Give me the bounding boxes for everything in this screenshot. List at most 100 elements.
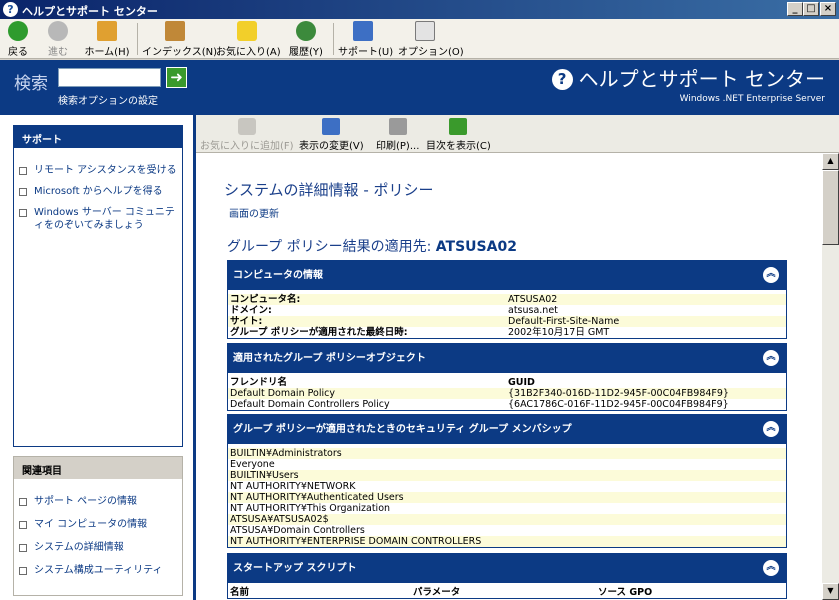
collapse-chevron-icon[interactable]: ︽: [763, 560, 779, 576]
search-label: 検索: [14, 74, 48, 94]
show-contents-arrow-icon: [449, 118, 468, 135]
sidebar-item-advanced-system-info[interactable]: システムの詳細情報: [14, 541, 182, 554]
sidebar-item-my-computer-info[interactable]: マイ コンピュータの情報: [14, 518, 182, 531]
group-policy-target-title: グループ ポリシー結果の適用先: ATSUSA02: [227, 239, 517, 255]
change-view-icon: [322, 118, 341, 135]
home-button[interactable]: ホーム(H): [84, 21, 130, 58]
sidebar-item-system-config-utility[interactable]: システム構成ユーティリティ: [14, 564, 182, 577]
show-contents-button[interactable]: 目次を表示(C): [426, 118, 491, 152]
scroll-thumb[interactable]: [822, 170, 839, 245]
security-group-heading[interactable]: グループ ポリシーが適用されたときのセキュリティ グループ メンバシップ ︽: [227, 414, 787, 444]
startup-scripts-section: スタートアップ スクリプト ︽ 名前 パラメータ ソース GPO: [227, 553, 787, 599]
home-icon: [97, 21, 117, 41]
table-row: ATSUSA¥Domain Controllers: [230, 525, 365, 536]
toolbar-separator: [137, 23, 138, 55]
content-pane: システムの詳細情報 - ポリシー 画面の更新 グループ ポリシー結果の適用先: …: [196, 153, 822, 600]
favorites-star-icon: [237, 21, 257, 41]
table-row: ドメイン: atsusa.net: [230, 305, 558, 316]
maximize-button[interactable]: □: [803, 2, 819, 16]
product-edition: Windows .NET Enterprise Server: [679, 94, 825, 104]
startup-scripts-heading[interactable]: スタートアップ スクリプト ︽: [227, 553, 787, 583]
search-options-link[interactable]: 検索オプションの設定: [58, 92, 158, 107]
link-bullet-icon: [19, 209, 27, 217]
applied-gpo-table: フレンドリ名 GUID Default Domain Policy {31B2F34…: [227, 373, 787, 411]
link-bullet-icon: [19, 167, 27, 175]
table-row: NT AUTHORITY¥Authenticated Users: [228, 492, 786, 503]
link-bullet-icon: [19, 567, 27, 575]
content-toolbar: お気に入りに追加(F) 表示の変更(V) 印刷(P)... 目次を表示(C): [196, 115, 839, 153]
table-row: NT AUTHORITY¥This Organization: [230, 503, 391, 514]
add-to-favorites-button[interactable]: お気に入りに追加(F): [200, 118, 294, 152]
help-center-header: 検索 ➜ 検索オプションの設定 ? ヘルプとサポート センター Windows .…: [0, 60, 839, 115]
sidebar-item-remote-assistance[interactable]: リモート アシスタンスを受ける: [14, 164, 182, 177]
left-navigation-pane: サポート リモート アシスタンスを受ける Microsoft からヘルプを得る …: [0, 115, 193, 600]
support-icon: [353, 21, 373, 41]
forward-arrow-icon: [48, 21, 68, 41]
minimize-button[interactable]: _: [787, 2, 803, 16]
help-question-icon: ?: [551, 69, 573, 90]
support-button[interactable]: サポート(U): [338, 21, 393, 58]
toolbar-separator: [333, 23, 334, 55]
scroll-down-icon[interactable]: ▼: [822, 583, 839, 600]
favorites-button[interactable]: お気に入り(A): [216, 21, 281, 58]
sidebar-item-microsoft-help[interactable]: Microsoft からヘルプを得る: [14, 185, 182, 198]
link-bullet-icon: [19, 521, 27, 529]
table-row: NT AUTHORITY¥ENTERPRISE DOMAIN CONTROLLE…: [228, 536, 786, 547]
startup-scripts-table: 名前 パラメータ ソース GPO: [227, 583, 787, 599]
history-button[interactable]: 履歴(Y): [285, 21, 327, 58]
product-title: ? ヘルプとサポート センター: [551, 63, 825, 92]
sidebar-item-windows-community[interactable]: Windows サーバー コミュニティをのぞいてみましょう: [14, 206, 182, 232]
table-header-row: 名前 パラメータ ソース GPO: [230, 587, 653, 598]
security-group-section: グループ ポリシーが適用されたときのセキュリティ グループ メンバシップ ︽ B…: [227, 414, 787, 548]
computer-info-heading[interactable]: コンピュータの情報 ︽: [227, 260, 787, 290]
table-row: BUILTIN¥Users: [228, 470, 786, 481]
refresh-link[interactable]: 画面の更新: [229, 205, 279, 220]
link-bullet-icon: [19, 544, 27, 552]
applied-gpo-section: 適用されたグループ ポリシーオブジェクト ︽ フレンドリ名 GUID Defaul…: [227, 343, 787, 411]
page-title: システムの詳細情報 - ポリシー: [224, 181, 434, 199]
collapse-chevron-icon[interactable]: ︽: [763, 350, 779, 366]
sidebar-item-support-page-info[interactable]: サポート ページの情報: [14, 495, 182, 508]
forward-button[interactable]: 進む: [44, 21, 72, 58]
link-bullet-icon: [19, 498, 27, 506]
print-button[interactable]: 印刷(P)...: [376, 118, 419, 152]
collapse-chevron-icon[interactable]: ︽: [763, 421, 779, 437]
history-icon: [296, 21, 316, 41]
related-topics-heading: 関連項目: [14, 457, 182, 479]
content-scrollbar[interactable]: ▲ ▼: [822, 153, 839, 600]
search-input[interactable]: [58, 68, 161, 87]
options-button[interactable]: オプション(O): [398, 21, 464, 58]
close-button[interactable]: ×: [820, 2, 836, 16]
support-box: サポート リモート アシスタンスを受ける Microsoft からヘルプを得る …: [13, 125, 183, 447]
table-row: ATSUSA¥ATSUSA02$: [228, 514, 786, 525]
back-button[interactable]: 戻る: [4, 21, 32, 58]
index-button[interactable]: インデックス(N): [142, 21, 217, 58]
back-arrow-icon: [8, 21, 28, 41]
related-topics-box: 関連項目 サポート ページの情報 マイ コンピュータの情報 システムの詳細情報 …: [13, 456, 183, 596]
computer-info-section: コンピュータの情報 ︽ コンピュータ名: ATSUSA02 ドメイン: atsusa…: [227, 260, 787, 339]
table-row: グループ ポリシーが適用された最終日時: 2002年10月17日 GMT: [230, 327, 610, 338]
table-row: NT AUTHORITY¥NETWORK: [230, 481, 356, 492]
scroll-up-icon[interactable]: ▲: [822, 153, 839, 170]
window-title: ヘルプとサポート センター: [22, 5, 158, 18]
search-go-button[interactable]: ➜: [166, 67, 187, 88]
support-heading: サポート: [14, 126, 182, 148]
add-favorite-star-icon: [237, 118, 256, 135]
help-center-app-icon: ?: [3, 2, 18, 17]
change-view-button[interactable]: 表示の変更(V): [299, 118, 364, 152]
table-row: Everyone: [230, 459, 275, 470]
table-row: BUILTIN¥Administrators: [228, 448, 786, 459]
applied-gpo-heading[interactable]: 適用されたグループ ポリシーオブジェクト ︽: [227, 343, 787, 373]
printer-icon: [388, 118, 407, 135]
computer-info-table: コンピュータ名: ATSUSA02 ドメイン: atsusa.net サイト: Def…: [227, 290, 787, 339]
table-row: コンピュータ名: ATSUSA02: [228, 294, 786, 305]
security-group-table: BUILTIN¥Administrators Everyone BUILTIN¥…: [227, 444, 787, 548]
window-title-bar[interactable]: ? ヘルプとサポート センター _ □ ×: [0, 0, 839, 19]
table-header-row: フレンドリ名 GUID: [230, 377, 535, 388]
collapse-chevron-icon[interactable]: ︽: [763, 267, 779, 283]
table-row: Default Domain Controllers Policy {6AC178…: [230, 399, 729, 410]
table-row: Default Domain Policy {31B2F340-016D-11D2…: [228, 388, 786, 399]
index-book-icon: [165, 21, 185, 41]
link-bullet-icon: [19, 188, 27, 196]
table-row: サイト: Default-First-Site-Name: [228, 316, 786, 327]
